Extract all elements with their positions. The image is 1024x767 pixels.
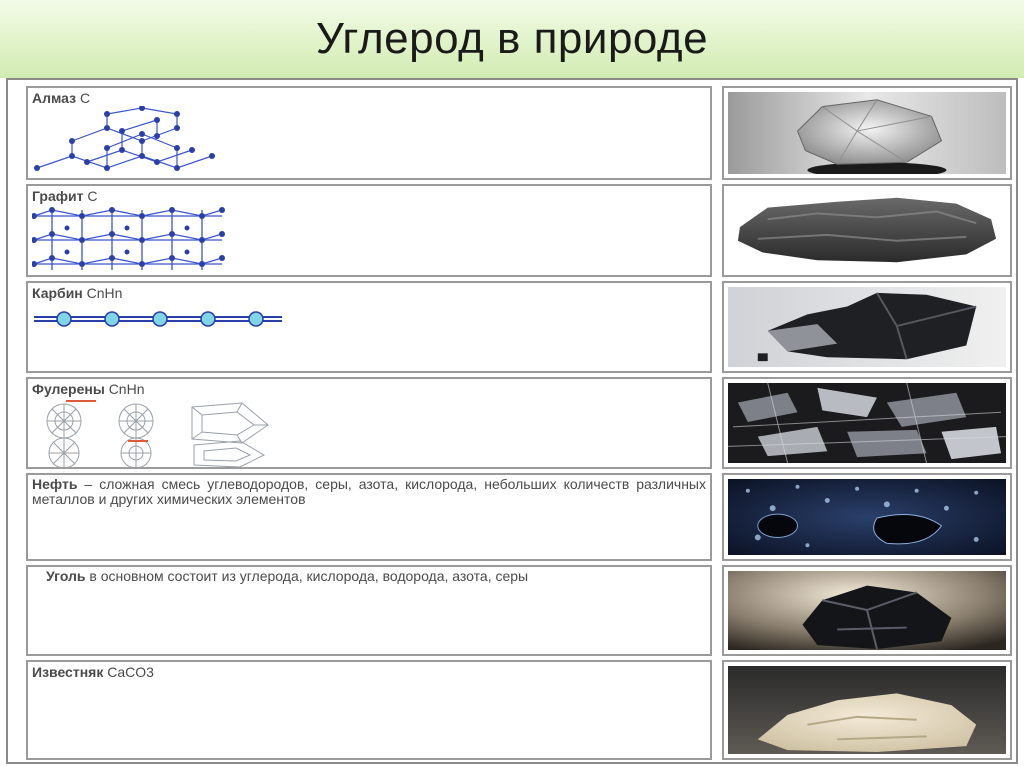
graphite-lattice-diagram (32, 207, 225, 270)
carbyne-chain-diagram (34, 311, 282, 327)
text-cell: Карбин СnНn (26, 281, 712, 373)
text-cell: Графит С (26, 184, 712, 277)
text-cell: Уголь в основном состоит из углерода, ки… (26, 565, 712, 656)
forms-table: Алмаз С Графит С Карбин СnНn Фулерены Сn… (6, 78, 1018, 764)
table-row: Фулерены СnНn (18, 373, 1016, 469)
diamond-photo (722, 86, 1012, 180)
coal-photo (722, 565, 1012, 656)
fullerene-structures-diagram (46, 400, 269, 467)
row-label: Фулерены СnНn (32, 381, 145, 397)
text-cell: Фулерены СnНn (26, 377, 712, 469)
table-row: Графит С (18, 180, 1016, 277)
row-label: Карбин СnНn (32, 285, 123, 301)
table-row: Нефть – сложная смесь углеводородов, сер… (18, 469, 1016, 561)
slide-title: Углерод в природе (315, 14, 709, 63)
text-cell: Алмаз С (26, 86, 712, 180)
diamond-lattice-diagram (34, 106, 215, 171)
row-label: Алмаз С (32, 90, 91, 106)
limestone-photo (722, 660, 1012, 760)
table-row: Уголь в основном состоит из углерода, ки… (18, 561, 1016, 656)
row-label: Известняк CaCO3 (32, 664, 154, 680)
coal-description: Уголь в основном состоит из углерода, ки… (46, 568, 529, 584)
row-label: Графит С (32, 188, 98, 204)
title-bar: Углерод в природе (0, 0, 1024, 78)
text-cell: Нефть – сложная смесь углеводородов, сер… (26, 473, 712, 561)
oil-photo (722, 473, 1012, 561)
text-cell: Известняк CaCO3 (26, 660, 712, 760)
fullerene-photo (722, 377, 1012, 469)
oil-description: Нефть – сложная смесь углеводородов, сер… (32, 476, 706, 507)
table-row: Карбин СnНn (18, 277, 1016, 373)
carbyne-photo (722, 281, 1012, 373)
graphite-photo (722, 184, 1012, 277)
table-row: Известняк CaCO3 (18, 656, 1016, 760)
table-row: Алмаз С (18, 82, 1016, 180)
